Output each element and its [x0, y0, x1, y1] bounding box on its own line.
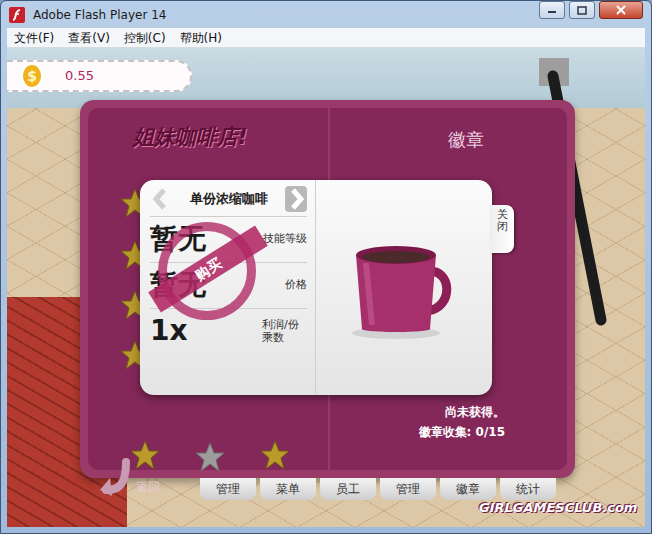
- badge-star-icon[interactable]: [130, 440, 160, 470]
- maximize-icon[interactable]: [569, 1, 595, 19]
- game-logo: 姐妹咖啡店!: [133, 122, 248, 154]
- previous-arrow-icon[interactable]: [150, 186, 172, 212]
- stat-value: 1x: [150, 316, 188, 347]
- menu-item[interactable]: 控制(C): [117, 28, 173, 48]
- window-title: Adobe Flash Player 14: [33, 6, 531, 24]
- item-header: 单份浓缩咖啡: [150, 186, 307, 212]
- player-window: Adobe Flash Player 14 文件(F)查看(V)控制(C)帮助(…: [0, 0, 652, 534]
- close-window-icon[interactable]: [599, 1, 643, 19]
- badge-status: 尚未获得。 徽章收集: 0/15: [419, 402, 505, 443]
- next-arrow-icon[interactable]: [285, 186, 307, 212]
- stat-row: 暂无 价格: [150, 262, 307, 308]
- stat-row: 暂无 技能等级: [150, 216, 307, 262]
- earned-status: 尚未获得。: [419, 402, 505, 422]
- coin-icon: $: [23, 65, 41, 87]
- close-tab[interactable]: 关闭: [490, 205, 514, 253]
- item-name: 单份浓缩咖啡: [190, 189, 268, 209]
- nav-tab[interactable]: 管理: [200, 478, 256, 500]
- item-stats: 暂无技能等级暂无价格1x利润/份乘数: [150, 216, 307, 354]
- buy-stamp[interactable]: 购买: [158, 222, 256, 320]
- badge-star-icon[interactable]: [195, 442, 225, 472]
- nav-tab[interactable]: 员工: [320, 478, 376, 500]
- nav-tab[interactable]: 统计: [500, 478, 556, 500]
- stat-label: 价格: [285, 279, 307, 292]
- item-card: 单份浓缩咖啡 暂无技能等级暂无价格1x利润/份乘数 购买 关: [140, 180, 492, 395]
- money-amount: 0.55: [65, 66, 94, 86]
- close-label: 关闭: [497, 209, 508, 233]
- menu-item[interactable]: 文件(F): [7, 28, 61, 48]
- bottom-tabs: 管理菜单员工管理徽章统计: [200, 478, 556, 500]
- stat-label: 技能等级: [263, 233, 307, 246]
- menu-item[interactable]: 查看(V): [61, 28, 117, 48]
- title-bar: Adobe Flash Player 14: [1, 1, 651, 28]
- back-label: 返回: [136, 478, 160, 496]
- menu-item[interactable]: 帮助(H): [173, 28, 229, 48]
- stat-value: 暂无: [150, 224, 206, 255]
- flash-icon: [9, 7, 25, 23]
- nav-tab[interactable]: 徽章: [440, 478, 496, 500]
- collected-count: 徽章收集: 0/15: [419, 422, 505, 442]
- stat-label: 利润/份乘数: [262, 319, 307, 344]
- stat-row: 1x 利润/份乘数: [150, 308, 307, 354]
- site-logo: GIRLGAMESCLUB.com: [479, 498, 637, 518]
- minimize-icon[interactable]: [539, 1, 565, 19]
- item-info: 单份浓缩咖啡 暂无技能等级暂无价格1x利润/份乘数: [140, 180, 316, 395]
- item-picture: [316, 180, 492, 395]
- page-title: 徽章: [448, 126, 484, 153]
- money-bar: $ 0.55: [7, 60, 192, 92]
- back-arrow-icon: [98, 456, 132, 496]
- nav-tab[interactable]: 管理: [380, 478, 436, 500]
- menu-bar: 文件(F)查看(V)控制(C)帮助(H): [7, 28, 645, 48]
- buy-label: 购买: [148, 225, 268, 312]
- game-area: $ 0.55 姐妹咖啡店! 返回 徽章 尚未获得。 徽章收集: 0/15: [7, 48, 645, 527]
- nav-tab[interactable]: 菜单: [260, 478, 316, 500]
- badge-star-icon[interactable]: [260, 440, 290, 470]
- coffee-mug-icon: [344, 233, 464, 343]
- stat-value: 暂无: [150, 270, 206, 301]
